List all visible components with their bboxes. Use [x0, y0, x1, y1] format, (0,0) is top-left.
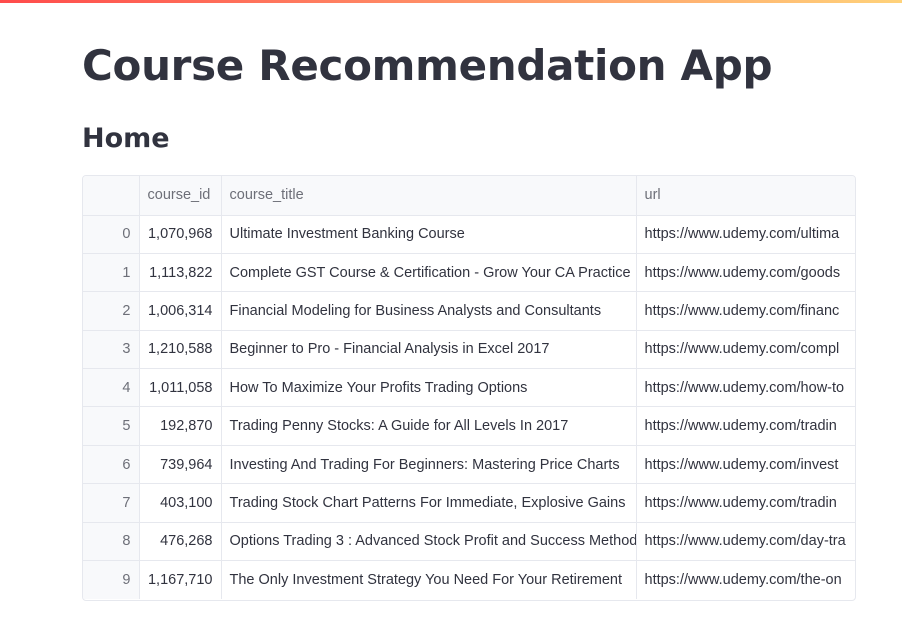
section-header-home: Home — [82, 123, 170, 154]
course-title-cell[interactable]: Trading Penny Stocks: A Guide for All Le… — [221, 406, 637, 446]
course-title-cell[interactable]: Complete GST Course & Certification - Gr… — [221, 253, 637, 293]
row-index-cell[interactable]: 9 — [83, 560, 140, 599]
column-header-course-title[interactable]: course_title — [221, 176, 637, 216]
course-table: course_id course_title url 0 1,070,968 Ult… — [83, 176, 855, 599]
course-id-cell[interactable]: 192,870 — [139, 406, 222, 446]
header-decoration-bar — [0, 0, 902, 3]
table-row[interactable]: 6 739,964 Investing And Trading For Beginn… — [83, 445, 855, 485]
row-index-cell[interactable]: 1 — [83, 253, 140, 293]
column-header-url[interactable]: url — [636, 176, 855, 216]
row-index-cell[interactable]: 5 — [83, 406, 140, 446]
course-id-cell[interactable]: 476,268 — [139, 522, 222, 562]
course-title-cell[interactable]: Trading Stock Chart Patterns For Immedia… — [221, 483, 637, 523]
table-header-row: course_id course_title url — [83, 176, 855, 216]
row-index-cell[interactable]: 6 — [83, 445, 140, 485]
column-header-course-id[interactable]: course_id — [139, 176, 222, 216]
row-index-cell[interactable]: 4 — [83, 368, 140, 408]
page-title: Course Recommendation App — [82, 41, 773, 90]
url-cell[interactable]: https://www.udemy.com/tradin — [636, 406, 855, 446]
table-row[interactable]: 8 476,268 Options Trading 3 : Advanced Sto… — [83, 522, 855, 562]
table-row[interactable]: 7 403,100 Trading Stock Chart Patterns For… — [83, 483, 855, 523]
course-id-cell[interactable]: 403,100 — [139, 483, 222, 523]
table-row[interactable]: 9 1,167,710 The Only Investment Strategy Y… — [83, 560, 855, 599]
url-cell[interactable]: https://www.udemy.com/day-tra — [636, 522, 855, 562]
url-cell[interactable]: https://www.udemy.com/invest — [636, 445, 855, 485]
table-row[interactable]: 0 1,070,968 Ultimate Investment Banking Co… — [83, 215, 855, 254]
url-cell[interactable]: https://www.udemy.com/financ — [636, 291, 855, 331]
course-title-cell[interactable]: Beginner to Pro - Financial Analysis in … — [221, 330, 637, 370]
course-id-cell[interactable]: 739,964 — [139, 445, 222, 485]
url-cell[interactable]: https://www.udemy.com/ultima — [636, 215, 855, 254]
column-header-index[interactable] — [83, 176, 140, 216]
table-row[interactable]: 2 1,006,314 Financial Modeling for Busines… — [83, 291, 855, 331]
table-row[interactable]: 1 1,113,822 Complete GST Course & Certific… — [83, 253, 855, 293]
course-id-cell[interactable]: 1,167,710 — [139, 560, 222, 599]
table-row[interactable]: 4 1,011,058 How To Maximize Your Profits T… — [83, 368, 855, 408]
row-index-cell[interactable]: 2 — [83, 291, 140, 331]
course-id-cell[interactable]: 1,113,822 — [139, 253, 222, 293]
row-index-cell[interactable]: 7 — [83, 483, 140, 523]
course-dataframe[interactable]: course_id course_title url 0 1,070,968 Ult… — [82, 175, 856, 601]
table-body: 0 1,070,968 Ultimate Investment Banking Co… — [83, 215, 855, 599]
row-index-cell[interactable]: 3 — [83, 330, 140, 370]
course-title-cell[interactable]: Ultimate Investment Banking Course — [221, 215, 637, 254]
course-title-cell[interactable]: Investing And Trading For Beginners: Mas… — [221, 445, 637, 485]
url-cell[interactable]: https://www.udemy.com/compl — [636, 330, 855, 370]
course-id-cell[interactable]: 1,210,588 — [139, 330, 222, 370]
course-title-cell[interactable]: Financial Modeling for Business Analysts… — [221, 291, 637, 331]
course-id-cell[interactable]: 1,006,314 — [139, 291, 222, 331]
url-cell[interactable]: https://www.udemy.com/the-on — [636, 561, 855, 599]
course-id-cell[interactable]: 1,070,968 — [139, 215, 222, 254]
url-cell[interactable]: https://www.udemy.com/tradin — [636, 483, 855, 523]
row-index-cell[interactable]: 0 — [83, 215, 140, 254]
url-cell[interactable]: https://www.udemy.com/how-to — [636, 368, 855, 408]
url-cell[interactable]: https://www.udemy.com/goods — [636, 253, 855, 293]
row-index-cell[interactable]: 8 — [83, 522, 140, 562]
course-title-cell[interactable]: The Only Investment Strategy You Need Fo… — [221, 560, 637, 599]
course-title-cell[interactable]: How To Maximize Your Profits Trading Opt… — [221, 368, 637, 408]
course-id-cell[interactable]: 1,011,058 — [139, 368, 222, 408]
course-title-cell[interactable]: Options Trading 3 : Advanced Stock Profi… — [221, 522, 637, 562]
table-row[interactable]: 3 1,210,588 Beginner to Pro - Financial An… — [83, 330, 855, 370]
table-row[interactable]: 5 192,870 Trading Penny Stocks: A Guide fo… — [83, 406, 855, 446]
